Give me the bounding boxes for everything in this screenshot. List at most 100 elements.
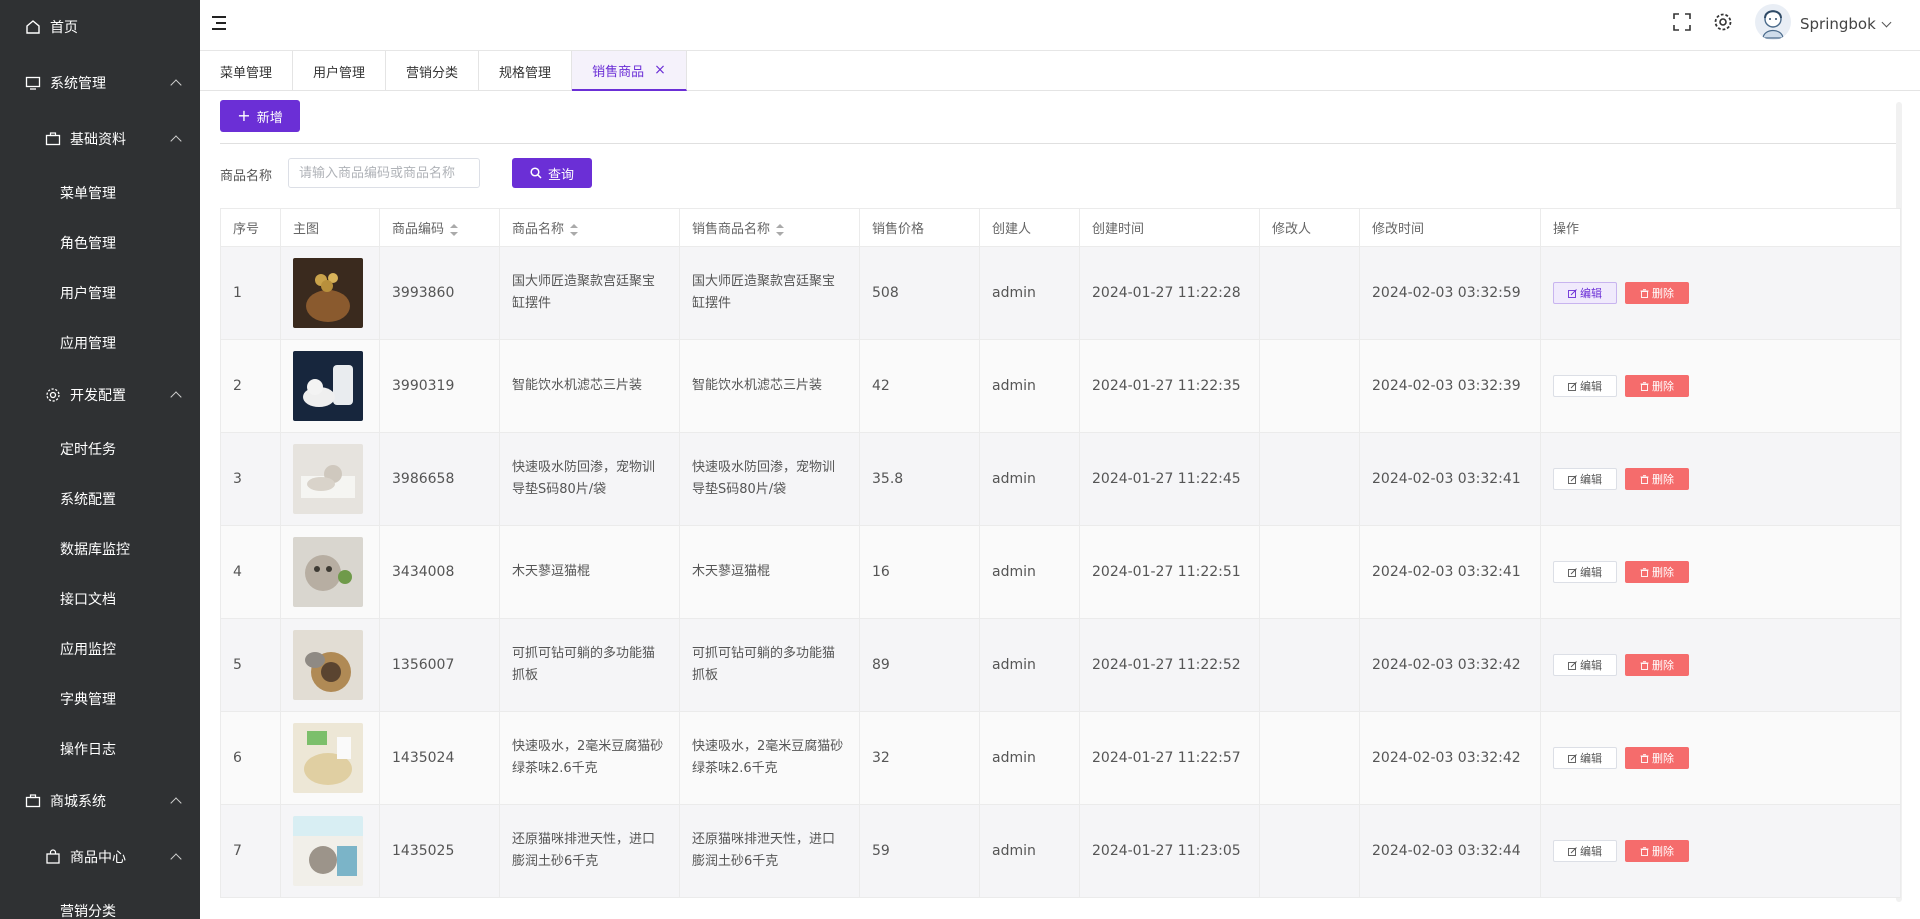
search-button[interactable]: 查询 — [512, 158, 592, 188]
close-icon[interactable]: × — [654, 62, 666, 78]
delete-button[interactable]: 删除 — [1625, 468, 1689, 490]
tab-spec-mgmt[interactable]: 规格管理 — [479, 51, 573, 91]
product-thumbnail[interactable] — [280, 432, 380, 526]
chevron-down-icon[interactable] — [1881, 17, 1892, 28]
sidebar-item-app-mgmt[interactable]: 应用管理 — [0, 318, 200, 368]
tab-sale-products[interactable]: 销售商品 × — [572, 51, 687, 91]
trash-icon — [1640, 753, 1649, 763]
sidebar-item-user-mgmt[interactable]: 用户管理 — [0, 268, 200, 318]
sidebar-item-mall-system[interactable]: 商城系统 — [0, 776, 200, 826]
menu-toggle-icon[interactable] — [212, 15, 230, 31]
edit-button[interactable]: 编辑 — [1553, 561, 1617, 583]
cell-modifier — [1259, 618, 1360, 712]
sidebar-item-label: 开发配置 — [70, 388, 126, 404]
cell-name: 智能饮水机滤芯三片装 — [499, 339, 680, 433]
edit-icon — [1568, 846, 1577, 856]
sidebar-item-system-config[interactable]: 系统配置 — [0, 474, 200, 524]
edit-button[interactable]: 编辑 — [1553, 747, 1617, 769]
settings-gear-icon[interactable] — [1713, 12, 1733, 32]
cell-name: 快速吸水防回渗，宠物训导垫S码80片/袋 — [499, 432, 680, 526]
cell-code: 3434008 — [379, 525, 500, 619]
sidebar-item-app-monitor[interactable]: 应用监控 — [0, 624, 200, 674]
add-button[interactable]: + 新增 — [220, 100, 300, 132]
sidebar-item-product-center[interactable]: 商品中心 — [0, 832, 200, 882]
plus-icon: + — [237, 106, 251, 125]
delete-button[interactable]: 删除 — [1625, 561, 1689, 583]
trash-icon — [1640, 846, 1649, 856]
sidebar-item-label: 应用监控 — [60, 642, 116, 658]
sidebar-item-operation-log[interactable]: 操作日志 — [0, 724, 200, 774]
product-thumbnail[interactable] — [280, 618, 380, 712]
edit-button[interactable]: 编辑 — [1553, 375, 1617, 397]
cell-price: 35.8 — [859, 432, 980, 526]
edit-button[interactable]: 编辑 — [1553, 654, 1617, 676]
edit-icon — [1568, 567, 1577, 577]
delete-button-label: 删除 — [1652, 287, 1674, 300]
search-input[interactable] — [288, 158, 480, 188]
col-header-sortable[interactable]: 销售商品名称 — [679, 208, 860, 247]
briefcase-icon — [44, 130, 62, 148]
delete-button[interactable]: 删除 — [1625, 654, 1689, 676]
cell-name: 快速吸水，2毫米豆腐猫砂绿茶味2.6千克 — [499, 711, 680, 805]
sidebar-item-menu-mgmt[interactable]: 菜单管理 — [0, 168, 200, 218]
trash-icon — [1640, 567, 1649, 577]
sidebar-item-system[interactable]: 系统管理 — [0, 58, 200, 108]
tab-menu-mgmt[interactable]: 菜单管理 — [200, 51, 294, 91]
tab-marketing-category[interactable]: 营销分类 — [386, 51, 480, 91]
product-thumbnail[interactable] — [280, 711, 380, 805]
tab-label: 菜单管理 — [220, 65, 273, 81]
sidebar-item-label: 应用管理 — [60, 336, 116, 352]
product-thumbnail[interactable] — [280, 525, 380, 619]
tab-bar: 菜单管理 用户管理 营销分类 规格管理 销售商品 × — [200, 51, 1920, 91]
sidebar-item-label: 用户管理 — [60, 286, 116, 302]
sidebar-item-marketing-category[interactable]: 营销分类 — [0, 886, 200, 919]
delete-button[interactable]: 删除 — [1625, 282, 1689, 304]
cell-actions: 编辑 删除 — [1540, 804, 1901, 898]
cell-name: 可抓可钻可躺的多功能猫抓板 — [499, 618, 680, 712]
sidebar-item-basic-data[interactable]: 基础资料 — [0, 114, 200, 164]
col-header-sortable[interactable]: 商品编码 — [379, 208, 500, 247]
edit-button[interactable]: 编辑 — [1553, 468, 1617, 490]
tab-label: 销售商品 — [592, 64, 645, 80]
col-header: 销售价格 — [859, 208, 980, 247]
sidebar-item-scheduled-tasks[interactable]: 定时任务 — [0, 424, 200, 474]
sort-icon[interactable] — [570, 223, 579, 236]
briefcase-icon — [24, 792, 42, 810]
chevron-up-icon — [170, 135, 182, 147]
edit-button[interactable]: 编辑 — [1553, 840, 1617, 862]
add-button-label: 新增 — [256, 110, 283, 126]
avatar[interactable] — [1755, 4, 1791, 40]
sidebar-item-dev-config[interactable]: 开发配置 — [0, 370, 200, 420]
cell-index: 4 — [220, 525, 281, 619]
sidebar-item-api-docs[interactable]: 接口文档 — [0, 574, 200, 624]
col-header-sortable[interactable]: 商品名称 — [499, 208, 680, 247]
sidebar-item-label: 基础资料 — [70, 132, 126, 148]
sidebar-item-db-monitor[interactable]: 数据库监控 — [0, 524, 200, 574]
sort-icon[interactable] — [450, 223, 459, 236]
cell-code: 3990319 — [379, 339, 500, 433]
sidebar-item-home[interactable]: 首页 — [0, 2, 200, 52]
cell-modifier — [1259, 246, 1360, 340]
sidebar-item-role-mgmt[interactable]: 角色管理 — [0, 218, 200, 268]
sidebar-item-label: 系统配置 — [60, 492, 116, 508]
fullscreen-icon[interactable] — [1673, 13, 1691, 31]
sidebar-item-dict-mgmt[interactable]: 字典管理 — [0, 674, 200, 724]
cell-name: 国大师匠造聚款宫廷聚宝缸摆件 — [499, 246, 680, 340]
edit-button[interactable]: 编辑 — [1553, 282, 1617, 304]
main-content: + 新增 商品名称 查询 序号 主图 商品编码 商品名称 销售商品名称 — [200, 92, 1920, 919]
cell-code: 1356007 — [379, 618, 500, 712]
cell-modified-time: 2024-02-03 03:32:59 — [1359, 246, 1541, 340]
top-header: Springbok — [200, 0, 1920, 51]
bag-icon — [44, 848, 62, 866]
delete-button[interactable]: 删除 — [1625, 375, 1689, 397]
username[interactable]: Springbok — [1800, 15, 1876, 33]
product-thumbnail[interactable] — [280, 246, 380, 340]
tab-user-mgmt[interactable]: 用户管理 — [293, 51, 387, 91]
delete-button[interactable]: 删除 — [1625, 840, 1689, 862]
sort-icon[interactable] — [776, 223, 785, 236]
delete-button[interactable]: 删除 — [1625, 747, 1689, 769]
cell-index: 1 — [220, 246, 281, 340]
cell-sale-name: 快速吸水，2毫米豆腐猫砂绿茶味2.6千克 — [679, 711, 860, 805]
product-thumbnail[interactable] — [280, 804, 380, 898]
product-thumbnail[interactable] — [280, 339, 380, 433]
